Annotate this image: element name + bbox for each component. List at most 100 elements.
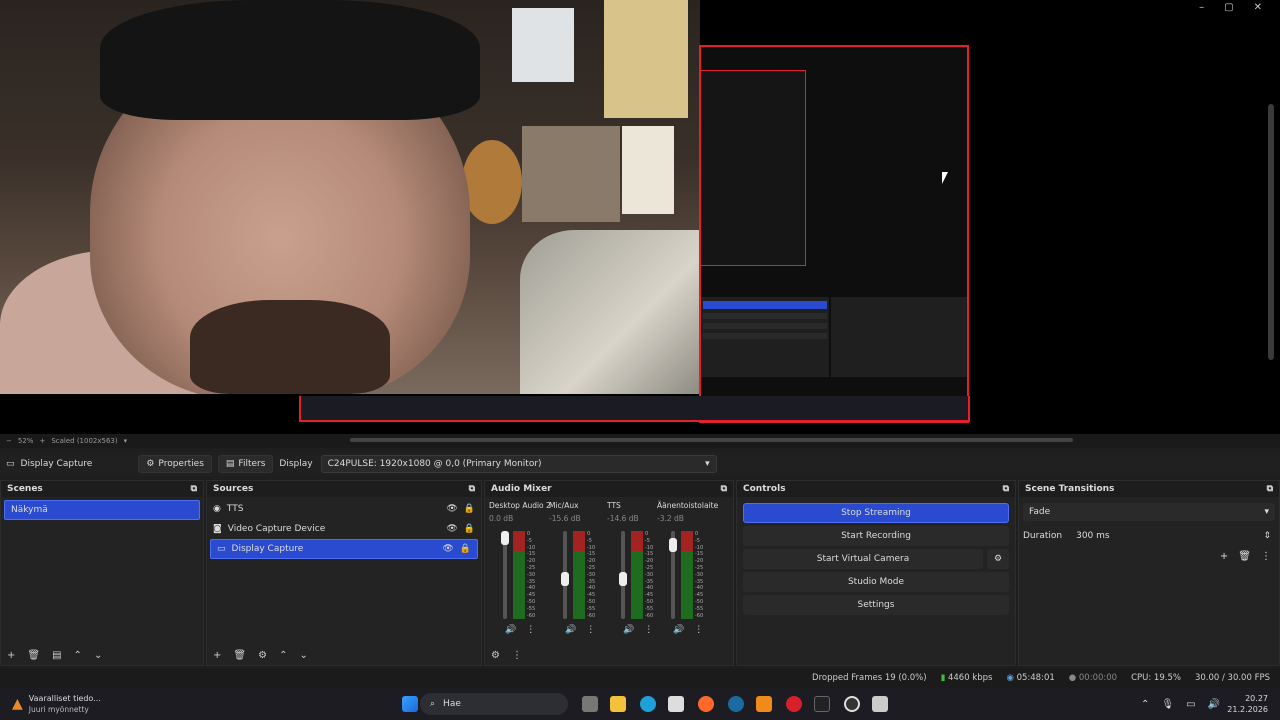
zoom-scaled[interactable]: Scaled (1002x563) [51, 437, 117, 445]
zoom-in-button[interactable]: + [39, 437, 45, 445]
preview-scrollbar[interactable] [1268, 104, 1274, 360]
slider-knob[interactable] [561, 571, 569, 586]
source-item-display[interactable]: ▭ Display Capture 👁 🔒 [210, 539, 478, 559]
lock-icon[interactable]: 🔒 [464, 504, 475, 514]
slider-knob[interactable] [619, 571, 627, 586]
eye-icon[interactable]: 👁 [446, 524, 457, 534]
up-icon[interactable]: ⌃ [279, 650, 287, 661]
edge-icon[interactable] [640, 696, 656, 712]
transition-select[interactable]: Fade ▾ [1023, 503, 1275, 521]
down-icon[interactable]: ⌄ [299, 650, 307, 661]
close-icon[interactable]: ✕ [1254, 2, 1262, 13]
db-tick: -10 [587, 544, 596, 551]
minimize-icon[interactable]: – [1199, 2, 1204, 13]
clock-time[interactable]: 20.27 [1227, 693, 1268, 704]
slider-knob[interactable] [501, 531, 509, 545]
clock-date[interactable]: 21.2.2026 [1227, 704, 1268, 715]
down-icon[interactable]: ⌄ [94, 650, 102, 661]
studio-mode-button[interactable]: Studio Mode [743, 572, 1009, 592]
duration-input[interactable]: 300 ms ⇕ [1076, 527, 1275, 545]
menu-icon[interactable]: ⋮ [526, 625, 535, 635]
properties-button[interactable]: ⚙ Properties [138, 455, 212, 473]
db-tick: 0 [527, 531, 531, 537]
store-icon[interactable] [668, 696, 684, 712]
scene-label: Näkymä [11, 505, 48, 515]
steam-icon[interactable] [728, 696, 744, 712]
undock-icon[interactable]: ⧉ [1267, 484, 1273, 494]
volume-slider[interactable] [501, 531, 509, 619]
mixer-settings-icon[interactable]: ⚙ [491, 650, 500, 661]
preview-area[interactable]: – ▢ ✕ [0, 0, 1280, 434]
chevron-down-icon[interactable]: ▾ [124, 437, 128, 445]
undock-icon[interactable]: ⧉ [469, 484, 475, 494]
start-virtual-camera-button[interactable]: Start Virtual Camera [743, 549, 983, 569]
db-tick: -5 [587, 537, 592, 544]
channel-name: Desktop Audio 2 [489, 501, 551, 510]
zoom-out-button[interactable]: − [6, 437, 12, 445]
eye-icon[interactable]: 👁 [442, 544, 453, 554]
task-view-icon[interactable] [582, 696, 598, 712]
undock-icon[interactable]: ⧉ [721, 484, 727, 494]
menu-icon[interactable]: ⋮ [512, 650, 522, 661]
spin-icon[interactable]: ⇕ [1263, 531, 1271, 541]
virtual-camera-gear-icon[interactable]: ⚙ [987, 549, 1009, 569]
display-select[interactable]: C24PULSE: 1920x1080 @ 0,0 (Primary Monit… [320, 455, 717, 473]
trash-icon[interactable]: 🗑 [1238, 551, 1251, 562]
start-recording-button[interactable]: Start Recording [743, 526, 1009, 546]
trash-icon[interactable]: 🗑 [27, 650, 40, 661]
firefox-icon[interactable] [698, 696, 714, 712]
blanket [520, 230, 700, 394]
network-icon[interactable]: ▭ [1186, 699, 1195, 710]
speaker-icon[interactable]: 🔊 [565, 625, 576, 635]
settings-button[interactable]: Settings [743, 595, 1009, 615]
filter-icon[interactable]: ▤ [52, 650, 61, 661]
add-icon[interactable]: + [213, 650, 221, 661]
tray-chevron-icon[interactable]: ⌃ [1141, 699, 1149, 710]
explorer-icon[interactable] [610, 696, 626, 712]
lock-icon[interactable]: 🔒 [460, 544, 471, 554]
menu-icon[interactable]: ⋮ [1261, 551, 1271, 562]
source-item-video[interactable]: ◙ Video Capture Device 👁 🔒 [207, 519, 481, 539]
mixer-channel: Äänentoistolaite -3.2 dB 0 -5 -10 -15 -20 -25 -3… [657, 501, 718, 651]
lock-icon[interactable]: 🔒 [464, 524, 475, 534]
notif-title[interactable]: Vaaralliset tiedo... [29, 693, 101, 704]
eye-icon[interactable]: 👁 [446, 504, 457, 514]
stop-streaming-button[interactable]: Stop Streaming [743, 503, 1009, 523]
app-icon[interactable] [872, 696, 888, 712]
db-tick: -50 [587, 598, 596, 605]
volume-slider[interactable] [669, 531, 677, 619]
taskbar-search[interactable]: ⌕ Hae [420, 693, 568, 715]
mic-icon[interactable]: 🎙 [1161, 699, 1174, 710]
menu-icon[interactable]: ⋮ [694, 625, 703, 635]
undock-icon[interactable]: ⧉ [191, 484, 197, 494]
speaker-icon[interactable]: 🔊 [505, 625, 516, 635]
mixer-channel: Desktop Audio 2 0.0 dB 0 -5 -10 -15 -20 -25 -30-… [489, 501, 551, 651]
menu-icon[interactable]: ⋮ [586, 625, 595, 635]
opera-icon[interactable] [786, 696, 802, 712]
source-item-tts[interactable]: ◉ TTS 👁 🔒 [207, 499, 481, 519]
maximize-icon[interactable]: ▢ [1224, 2, 1233, 13]
preview-hscroll[interactable] [350, 438, 1073, 442]
gear-icon[interactable]: ⚙ [258, 650, 267, 661]
vlc-icon[interactable] [756, 696, 772, 712]
terminal-icon[interactable] [814, 696, 830, 712]
slider-knob[interactable] [669, 538, 677, 553]
filters-button[interactable]: ▤ Filters [217, 455, 274, 473]
add-icon[interactable]: + [1220, 551, 1228, 562]
scene-item[interactable]: Näkymä [4, 500, 200, 520]
db-tick: -45 [645, 592, 654, 599]
volume-icon[interactable]: 🔊 [1208, 699, 1220, 710]
trash-icon[interactable]: 🗑 [233, 650, 246, 661]
volume-slider[interactable] [619, 531, 627, 619]
speaker-icon[interactable]: 🔊 [623, 625, 634, 635]
add-icon[interactable]: + [7, 650, 15, 661]
undock-icon[interactable]: ⧉ [1003, 484, 1009, 494]
start-icon[interactable] [402, 696, 418, 712]
up-icon[interactable]: ⌃ [74, 650, 82, 661]
volume-slider[interactable] [561, 531, 569, 619]
obs-icon[interactable] [844, 696, 860, 712]
db-tick: -25 [587, 564, 596, 571]
db-tick: -50 [695, 598, 704, 605]
speaker-icon[interactable]: 🔊 [673, 625, 684, 635]
menu-icon[interactable]: ⋮ [644, 625, 653, 635]
